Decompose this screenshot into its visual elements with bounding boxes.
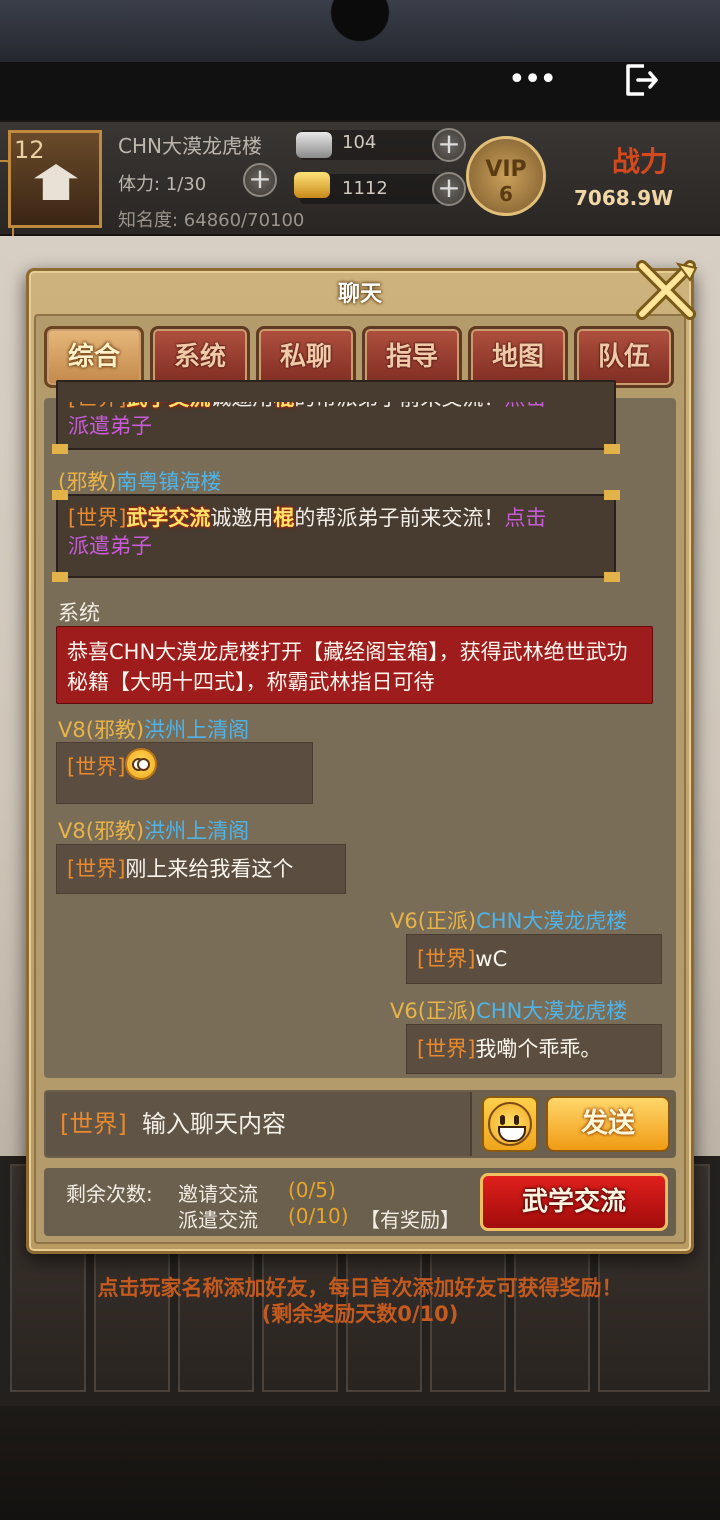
more-dots-icon[interactable]: ••• xyxy=(508,65,557,95)
chat-bubble-self[interactable]: [世界]我嘞个乖乖。 xyxy=(406,1024,662,1074)
roof-ornament xyxy=(310,0,410,62)
close-icon[interactable] xyxy=(632,258,702,324)
reward-days-hint: (剩余奖励天数0/10) xyxy=(261,1302,459,1326)
world-tag: [世界] xyxy=(417,1037,476,1061)
add-silver-button[interactable]: + xyxy=(432,128,466,162)
click-link[interactable]: 点击 xyxy=(504,402,546,410)
flushed-emoji-icon xyxy=(125,748,158,780)
player-name: CHN大漠龙虎楼 xyxy=(118,134,262,158)
sender-name[interactable]: 洪州上清阁 xyxy=(144,718,249,742)
card-corner xyxy=(52,572,68,582)
tab-guide[interactable]: 指导 xyxy=(362,326,462,388)
chat-input[interactable]: [世界] 输入聊天内容 xyxy=(46,1092,472,1156)
click-link[interactable]: 点击 xyxy=(504,506,546,530)
vip-badge[interactable]: VIP 6 xyxy=(466,136,546,216)
tab-map[interactable]: 地图 xyxy=(468,326,568,388)
world-tag: [世界] xyxy=(417,947,476,971)
add-gold-button[interactable]: + xyxy=(432,172,466,206)
staff-weapon-icon: 棍 xyxy=(273,386,295,410)
dispatch-disciple-link[interactable]: 派遣弟子 xyxy=(68,534,152,558)
message-text: wC xyxy=(475,947,508,971)
exit-icon[interactable] xyxy=(622,62,660,98)
martial-exchange-badge: 武学交流 xyxy=(126,506,211,530)
message-sender[interactable]: V6(正派)CHN大漠龙虎楼 xyxy=(390,905,627,935)
vip-label: VIP xyxy=(485,157,527,182)
sender-faction: (正派) xyxy=(417,909,477,933)
chat-bubble[interactable]: [世界] xyxy=(56,742,313,804)
invite-count: (0/5) xyxy=(288,1178,336,1202)
system-label: 系统 xyxy=(58,601,100,625)
sender-faction: (邪教) xyxy=(85,718,145,742)
silver-amount: 104 xyxy=(342,132,377,153)
tab-general[interactable]: 综合 xyxy=(44,326,144,388)
power-label: 战力 xyxy=(612,145,669,178)
send-button[interactable]: 发送 xyxy=(546,1096,670,1152)
tab-private[interactable]: 私聊 xyxy=(256,326,356,388)
sender-vip: V6 xyxy=(390,999,418,1023)
message-sender[interactable]: (邪教)南粤镇海楼 xyxy=(58,466,221,496)
card-corner xyxy=(604,490,620,500)
channel-selector[interactable]: [世界] xyxy=(60,1110,127,1138)
vip-level: 6 xyxy=(499,182,513,206)
player-level: 12 xyxy=(14,136,45,164)
chat-message-invite[interactable]: [世界]武学交流诚邀用棍的帮派弟子前来交流！点击 派遣弟子 xyxy=(52,380,620,454)
gold-amount: 1112 xyxy=(342,178,388,199)
message-sender[interactable]: V8(邪教)洪州上清阁 xyxy=(58,714,249,744)
message-sender[interactable]: V6(正派)CHN大漠龙虎楼 xyxy=(390,995,627,1025)
fame-text: 知名度: 64860/70100 xyxy=(118,210,305,231)
world-tag: [世界] xyxy=(67,857,126,881)
tab-team[interactable]: 队伍 xyxy=(574,326,674,388)
top-menu-bar xyxy=(0,62,720,120)
invite-label: 邀请交流 xyxy=(178,1182,258,1206)
staff-weapon-icon: 棍 xyxy=(273,506,295,530)
dialog-title: 聊天 xyxy=(337,282,382,307)
card-corner xyxy=(604,444,620,454)
add-stamina-button[interactable]: + xyxy=(243,163,277,197)
dispatch-label: 派遣交流 xyxy=(178,1208,258,1232)
chat-input-placeholder: 输入聊天内容 xyxy=(142,1110,286,1138)
system-message: 恭喜CHN大漠龙虎楼打开【藏经阁宝箱】，获得武林绝世武功秘籍【大明十四式】，称霸… xyxy=(56,626,653,704)
world-tag: [世界] xyxy=(68,506,127,530)
chat-bubble[interactable]: [世界]刚上来给我看这个 xyxy=(56,844,346,894)
message-body: [世界]武学交流诚邀用棍的帮派弟子前来交流！点击 派遣弟子 xyxy=(68,386,604,440)
reward-label: 【有奖励】 xyxy=(360,1208,460,1232)
card-corner xyxy=(52,444,68,454)
message-text: 的帮派弟子前来交流！ xyxy=(294,386,505,410)
world-tag: [世界] xyxy=(67,755,126,779)
smiley-icon[interactable] xyxy=(488,1102,532,1146)
sender-name[interactable]: 南粤镇海楼 xyxy=(116,470,221,494)
card-corner xyxy=(52,490,68,500)
tab-system[interactable]: 系统 xyxy=(150,326,250,388)
stamina-text: 体力: 1/30 xyxy=(118,174,207,195)
message-text: 的帮派弟子前来交流！ xyxy=(294,506,505,530)
bottom-floor xyxy=(0,1406,720,1520)
message-text: 诚邀用 xyxy=(210,506,274,530)
sender-vip: V8 xyxy=(58,819,86,843)
dispatch-count: (0/10) xyxy=(288,1204,349,1228)
sender-name[interactable]: CHN大漠龙虎楼 xyxy=(476,999,627,1023)
message-text: 我嘞个乖乖。 xyxy=(475,1037,602,1061)
scene-header xyxy=(0,0,720,70)
message-text: 刚上来给我看这个 xyxy=(125,857,294,881)
power-value: 7068.9W xyxy=(574,186,674,210)
remaining-label: 剩余次数: xyxy=(66,1182,153,1206)
sender-faction: (正派) xyxy=(417,999,477,1023)
sender-name[interactable]: 洪州上清阁 xyxy=(144,819,249,843)
message-text: 诚邀用 xyxy=(210,386,274,410)
sender-faction: (邪教) xyxy=(85,819,145,843)
dispatch-disciple-link[interactable]: 派遣弟子 xyxy=(68,414,152,438)
sender-name[interactable]: CHN大漠龙虎楼 xyxy=(476,909,627,933)
world-tag: [世界] xyxy=(68,386,127,410)
card-corner xyxy=(604,572,620,582)
silver-ingot-icon xyxy=(296,132,332,158)
martial-exchange-badge: 武学交流 xyxy=(126,386,211,410)
chat-message-invite[interactable]: [世界]武学交流诚邀用棍的帮派弟子前来交流！点击 派遣弟子 xyxy=(52,490,620,582)
chat-bubble-self[interactable]: [世界]wC xyxy=(406,934,662,984)
message-sender[interactable]: V8(邪教)洪州上清阁 xyxy=(58,815,249,845)
gold-ingot-icon xyxy=(294,172,330,198)
sender-vip: V6 xyxy=(390,909,418,933)
martial-exchange-button[interactable]: 武学交流 xyxy=(480,1173,668,1231)
sender-vip: V8 xyxy=(58,718,86,742)
